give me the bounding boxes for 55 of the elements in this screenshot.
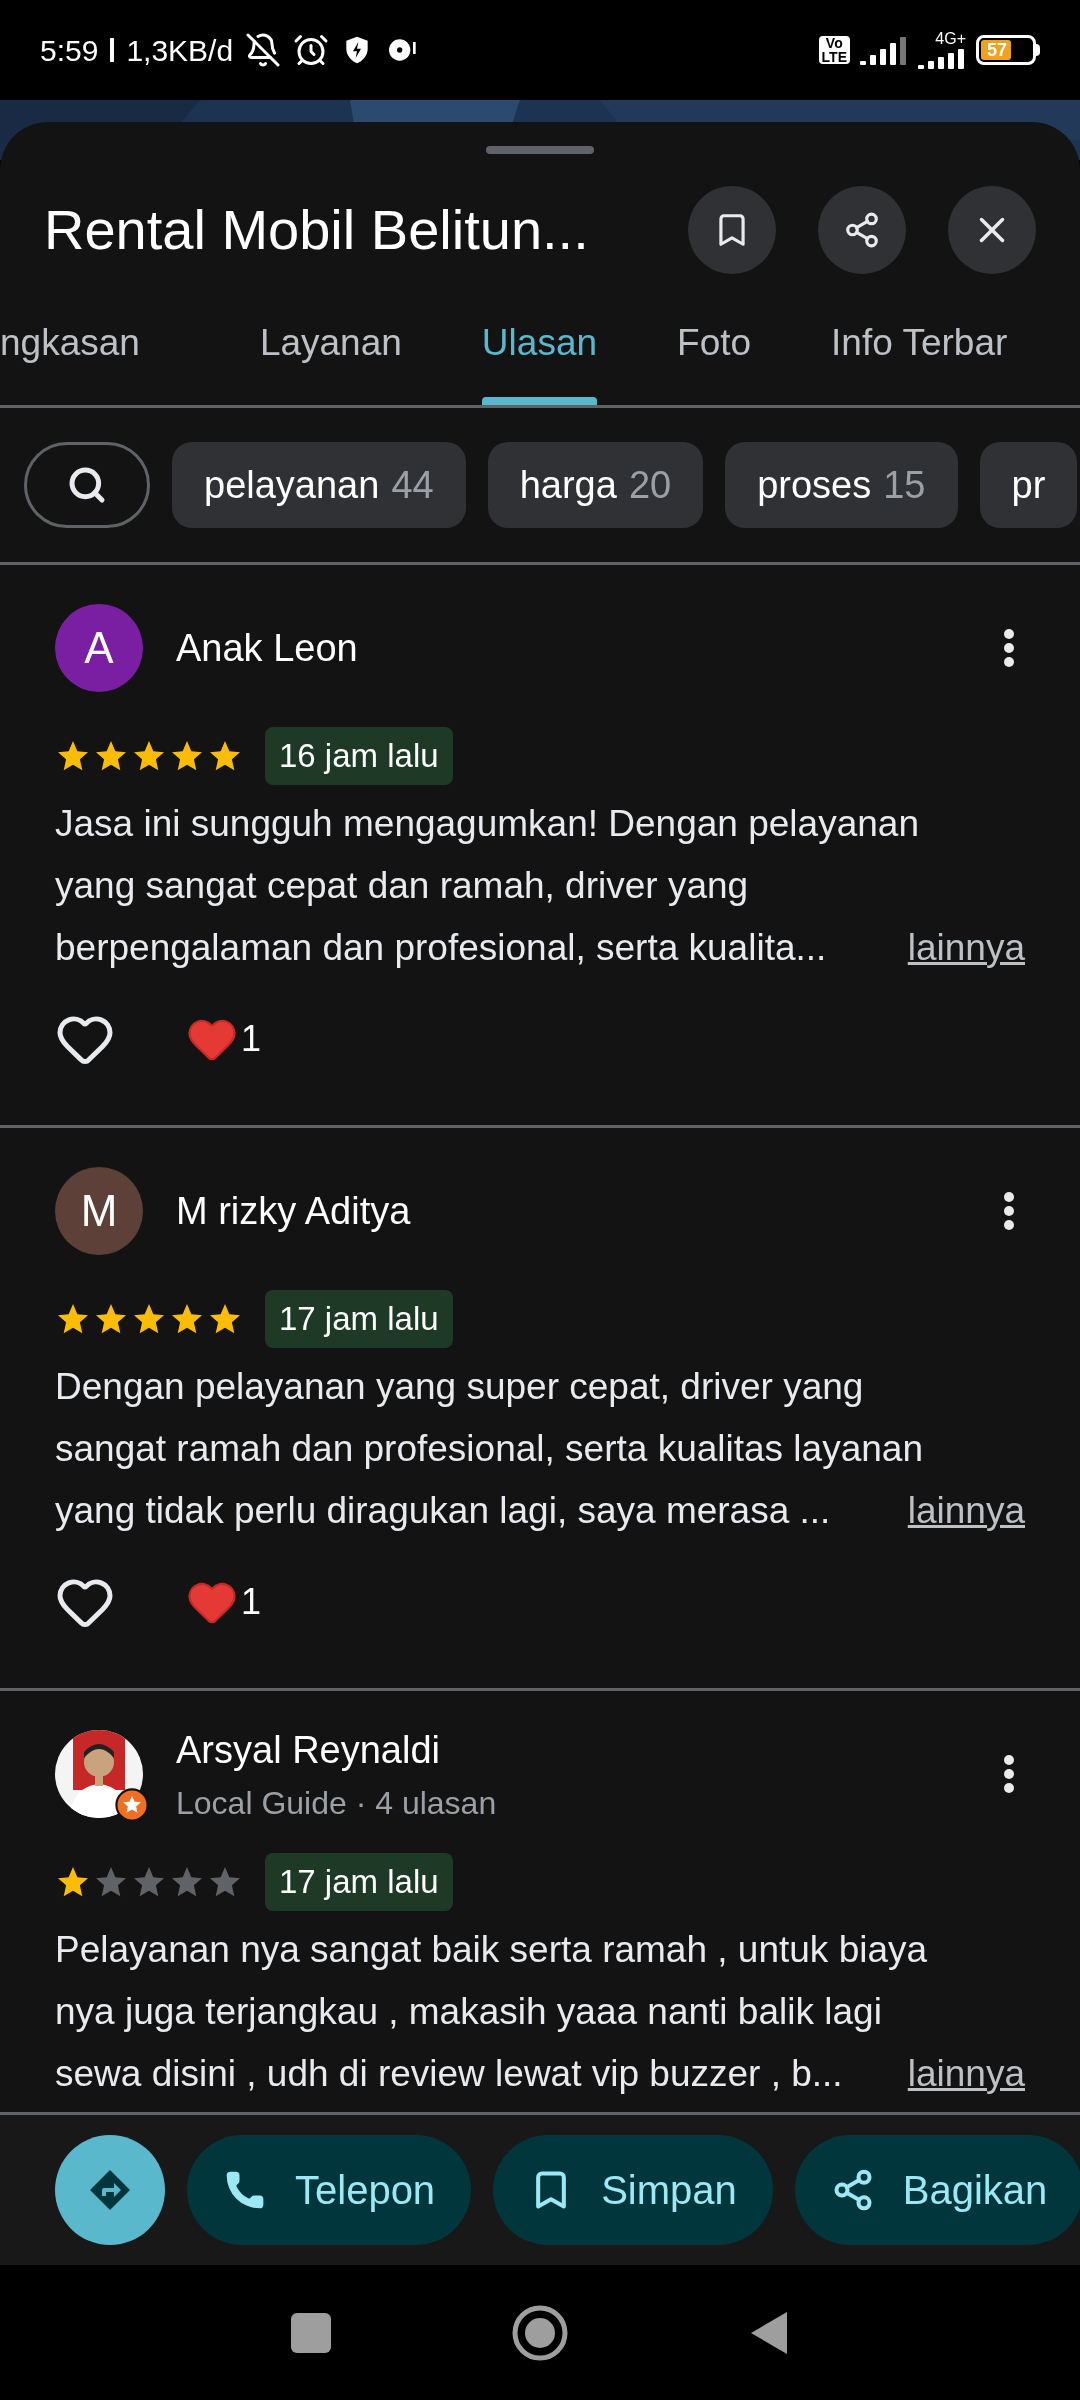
review-text: Pelayanan nya sangat baik serta ramah , untuk biaya <box>55 1927 928 1972</box>
tab[interactable]: Foto <box>637 280 792 405</box>
review-text: sangat ramah dan profesional, serta kualitas layanan <box>55 1426 923 1471</box>
home-button[interactable] <box>512 2304 568 2361</box>
review-text: yang sangat cepat dan ramah, driver yang <box>55 863 749 908</box>
review-text: Dengan pelayanan yang super cepat, driver yang <box>55 1364 864 1409</box>
more-icon <box>1003 1191 1015 1231</box>
signal-icon <box>918 47 966 69</box>
share-icon <box>843 211 881 249</box>
review-text: Jasa ini sungguh mengagumkan! Dengan pelayanan <box>55 801 919 846</box>
tab[interactable]: ngkasan <box>0 280 220 405</box>
review-time: 17 jam lalu <box>265 1290 453 1348</box>
action-button[interactable]: Bagikan <box>794 2135 1080 2245</box>
review-text: berpengalaman dan profesional, serta kualita... <box>55 925 827 970</box>
alarm-icon <box>293 32 330 68</box>
more-link[interactable]: lainnya <box>907 1479 1025 1542</box>
tab[interactable]: Ulasan <box>441 280 638 405</box>
action-button[interactable]: Simpan <box>493 2135 773 2245</box>
reviewer-name[interactable]: Anak Leon <box>176 619 960 677</box>
signal-icon <box>860 35 908 65</box>
place-title: Rental Mobil Belitun... <box>44 197 590 263</box>
back-button[interactable] <box>749 2309 790 2356</box>
reviewer-info: Local Guide · 4 ulasan <box>176 1783 498 1823</box>
more-link[interactable]: lainnya <box>907 916 1025 979</box>
search-button[interactable] <box>24 442 150 528</box>
avatar: M <box>55 1167 143 1255</box>
more-icon <box>1003 1754 1015 1794</box>
review-text: yang tidak perlu diragukan lagi, saya merasa ... <box>55 1488 831 1533</box>
filter-chip[interactable]: pr <box>979 442 1078 528</box>
review-time: 17 jam lalu <box>265 1853 453 1911</box>
muted-bell-icon <box>245 32 282 68</box>
drag-handle[interactable] <box>486 146 594 154</box>
more-icon <box>1003 628 1015 668</box>
avatar: A <box>55 604 143 692</box>
filter-chip[interactable]: pelayanan 44 <box>172 442 466 528</box>
review-time: 16 jam lalu <box>265 727 453 785</box>
review-text: nya juga terjangkau , makasih yaaa nanti balik lagi <box>55 1989 882 2034</box>
volte-indicator: Vo LTE <box>818 36 850 64</box>
network-speed: 1,3KB/d <box>126 32 234 69</box>
reaction-count: 1 <box>241 1579 262 1624</box>
battery-indicator: 57 <box>976 35 1040 65</box>
filter-chip[interactable]: harga 20 <box>487 442 704 528</box>
action-button[interactable]: Telepon <box>187 2135 472 2245</box>
network-type: 4G+ <box>935 31 966 47</box>
reviewer-name[interactable]: M rizky Aditya <box>176 1182 960 1240</box>
clock-time: 5:59 <box>40 32 99 69</box>
tab[interactable]: Info Terbar <box>791 280 1048 405</box>
more-link[interactable]: lainnya <box>907 2042 1025 2105</box>
search-icon <box>67 465 107 505</box>
recents-button[interactable] <box>290 2312 331 2353</box>
review-text: sewa disini , udh di review lewat vip buzzer , b... <box>55 2051 843 2096</box>
reviewer-name[interactable]: Arsyal Reynaldi <box>176 1721 960 1779</box>
filter-chip[interactable]: proses 15 <box>725 442 958 528</box>
reaction-count: 1 <box>241 1016 262 1061</box>
tab[interactable]: Layanan <box>219 280 442 405</box>
